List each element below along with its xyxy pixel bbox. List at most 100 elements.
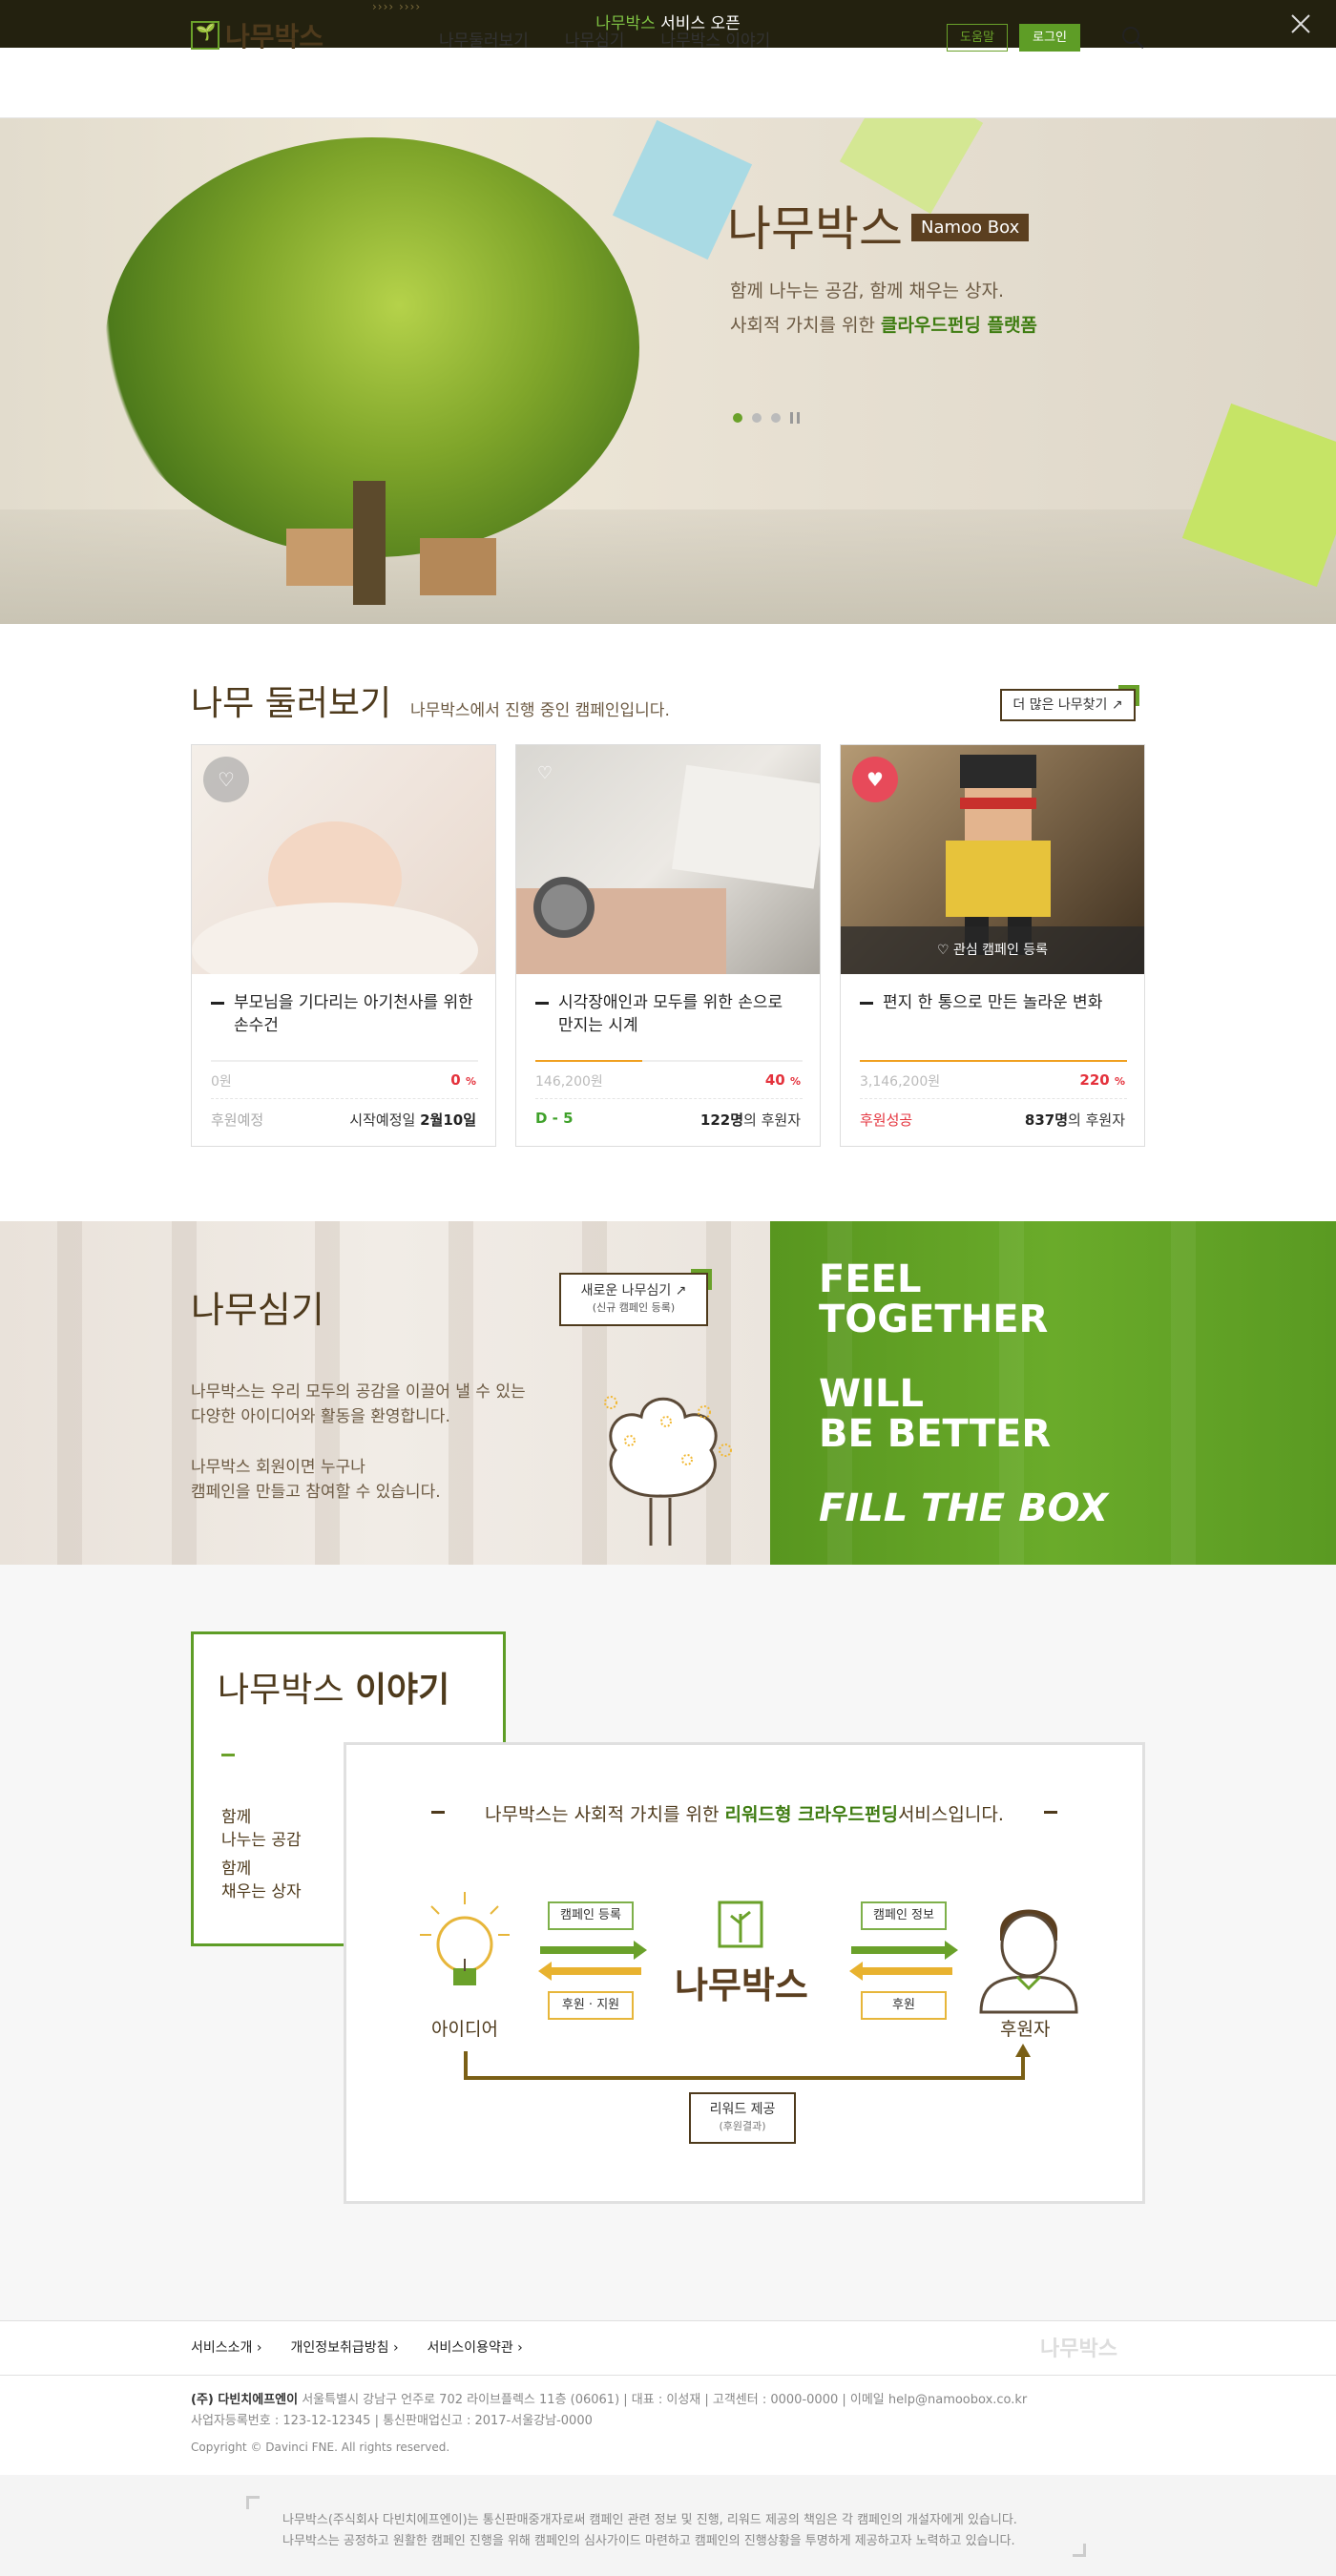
diagram-heading: 나무박스는 사회적 가치를 위한 리워드형 크라우드펀딩서비스입니다.: [344, 1800, 1145, 1826]
hero-tree-trunk: [353, 481, 386, 605]
pill-campaign-info: 캠페인 정보: [861, 1901, 947, 1930]
meta-value: 2월10일: [420, 1111, 476, 1129]
hero-subtitle: 함께 나누는 공감, 함께 채우는 상자.: [730, 280, 1004, 301]
progress-bar: [535, 1060, 803, 1062]
story-tagline: 함께: [221, 1859, 252, 1879]
meta-value: 837명: [1024, 1111, 1069, 1129]
copyright: Copyright © Davinci FNE. All rights rese…: [191, 2441, 450, 2454]
slide-dot-3[interactable]: [771, 413, 781, 423]
nav-story[interactable]: 나무박스 이야기: [660, 27, 770, 51]
arrow-right: [851, 1946, 947, 1954]
decorative-box: [420, 538, 496, 595]
decorative-box: [286, 529, 353, 586]
hero-subtitle-2: 사회적 가치를 위한 클라우드펀딩 플랫폼: [730, 311, 1037, 337]
footer-nav: 서비스소개 › 개인정보취급방침 › 서비스이용약관 ›: [191, 2337, 523, 2357]
campaign-amount: 146,200원: [535, 1074, 603, 1090]
slide-dot-1[interactable]: [733, 413, 742, 423]
progress-bar: [211, 1060, 478, 1062]
campaign-image: [516, 745, 820, 974]
reward-sub: (후원결과): [719, 2120, 766, 2132]
divider: [211, 1098, 478, 1099]
campaign-status: 후원성공: [860, 1111, 913, 1129]
site-header: [0, 48, 1336, 118]
percent-unit: %: [789, 1075, 801, 1088]
heading-bold: 리워드형 크라우드펀딩: [724, 1804, 898, 1825]
campaign-status: 후원예정: [211, 1111, 264, 1129]
percent-value: 0: [450, 1071, 461, 1089]
reward-box: 리워드 제공 (후원결과): [689, 2092, 796, 2144]
bg-trunk: [1171, 1221, 1196, 1565]
dash: [221, 1754, 235, 1756]
heart-icon[interactable]: ♡: [203, 757, 249, 802]
plant-title: 나무심기: [191, 1289, 324, 1331]
plant-desc: 나무박스는 우리 모두의 공감을 이끌어 낼 수 있는: [191, 1382, 526, 1402]
footer-link-about[interactable]: 서비스소개 ›: [191, 2337, 261, 2357]
campaign-card[interactable]: ♡ 시각장애인과 모두를 위한 손으로 만지는 시계 146,200원 40 %…: [515, 744, 821, 1147]
hero-tag: Namoo Box: [911, 214, 1030, 241]
heart-icon[interactable]: ♥: [852, 757, 898, 802]
arrow-left: [552, 1967, 641, 1975]
story-title-a: 나무박스: [218, 1671, 355, 1710]
plant-desc: 나무박스 회원이면 누구나: [191, 1458, 365, 1477]
quote-bracket: [1073, 2544, 1086, 2557]
pause-icon[interactable]: [790, 412, 800, 424]
heart-icon[interactable]: ♡: [528, 757, 562, 791]
heading-suffix: 서비스입니다.: [897, 1804, 1004, 1825]
plant-desc: 다양한 아이디어와 활동을 환영합니다.: [191, 1407, 450, 1426]
arrow-head-left: [849, 1962, 863, 1981]
meta-suffix: 의 후원자: [1068, 1111, 1125, 1129]
nav-browse[interactable]: 나무둘러보기: [439, 27, 529, 51]
new-campaign-button[interactable]: 새로운 나무심기 ↗ (신규 캠페인 등록): [559, 1269, 712, 1326]
favorite-campaign-overlay[interactable]: ♡ 관심 캠페인 등록: [841, 926, 1144, 974]
hero-sub2-bold: 클라우드펀딩 플랫폼: [880, 315, 1037, 336]
footer-link-privacy[interactable]: 개인정보취급방침 ›: [290, 2337, 398, 2357]
slogan-line: TOGETHER: [819, 1298, 1049, 1341]
hero-ground: [0, 509, 1336, 624]
nav-plant[interactable]: 나무심기: [565, 27, 625, 51]
slogan-line: BE BETTER: [819, 1412, 1052, 1456]
campaign-title: 시각장애인과 모두를 위한 손으로 만지는 시계: [535, 991, 803, 1037]
plant-desc: 캠페인을 만들고 참여할 수 있습니다.: [191, 1483, 441, 1502]
story-title-b: 이야기: [354, 1671, 450, 1710]
supporter-label: 후원자: [1000, 2019, 1051, 2040]
story-title: 나무박스 이야기: [218, 1662, 449, 1712]
logo-tree-icon: [191, 21, 219, 50]
help-button[interactable]: 도움말: [947, 24, 1008, 52]
pill-support-2: 후원: [861, 1991, 947, 2020]
tree-illustration-icon: [592, 1374, 735, 1555]
divider: [535, 1098, 803, 1099]
footer-link-terms[interactable]: 서비스이용약관 ›: [428, 2337, 523, 2357]
progress-bar: [860, 1060, 1127, 1062]
campaign-amount: 3,146,200원: [860, 1074, 941, 1090]
slide-dot-2[interactable]: [752, 413, 762, 423]
campaign-title: 편지 한 통으로 만든 놀라운 변화: [860, 991, 1127, 1014]
progress-fill: [860, 1060, 1127, 1062]
notice-line: 나무박스(주식회사 다빈치에프엔이)는 통신판매중개자로써 캠페인 관련 정보 …: [282, 2513, 1017, 2527]
main-nav: 나무둘러보기 나무심기 나무박스 이야기: [439, 27, 770, 51]
arrow-left: [863, 1967, 952, 1975]
close-icon[interactable]: [1286, 10, 1315, 38]
campaign-percent: 40 %: [765, 1071, 801, 1089]
bg-trunk: [57, 1221, 82, 1565]
meta-prefix: 시작예정일: [349, 1111, 421, 1129]
percent-value: 220: [1079, 1071, 1110, 1089]
search-icon[interactable]: [1120, 25, 1145, 50]
arrow-head-right: [945, 1941, 958, 1960]
logo-text: 나무박스: [225, 21, 324, 52]
campaign-status: D - 5: [535, 1110, 574, 1127]
campaign-card[interactable]: ♡ 부모님을 기다리는 아기천사를 위한 손수건 0원 0 % 후원예정 시작예…: [191, 744, 496, 1147]
campaign-title: 부모님을 기다리는 아기천사를 위한 손수건: [211, 991, 478, 1037]
more-campaigns-button[interactable]: 더 많은 나무찾기 ↗: [1000, 685, 1139, 721]
new-campaign-label: 새로운 나무심기 ↗: [580, 1283, 687, 1298]
footer-logo: 나무박스: [1040, 2337, 1117, 2361]
divider: [860, 1098, 1127, 1099]
company-name: (주) 다빈치에프엔이: [191, 2393, 299, 2407]
login-button[interactable]: 로그인: [1019, 24, 1080, 52]
campaign-percent: 220 %: [1079, 1071, 1125, 1089]
campaign-card[interactable]: ♥ ♡ 관심 캠페인 등록 편지 한 통으로 만든 놀라운 변화 3,146,2…: [840, 744, 1145, 1147]
percent-unit: %: [465, 1075, 476, 1088]
progress-fill: [535, 1060, 642, 1062]
story-tagline: 채우는 상자: [221, 1882, 302, 1901]
site-logo[interactable]: 나무박스: [191, 17, 324, 53]
pill-campaign-register: 캠페인 등록: [548, 1901, 634, 1930]
